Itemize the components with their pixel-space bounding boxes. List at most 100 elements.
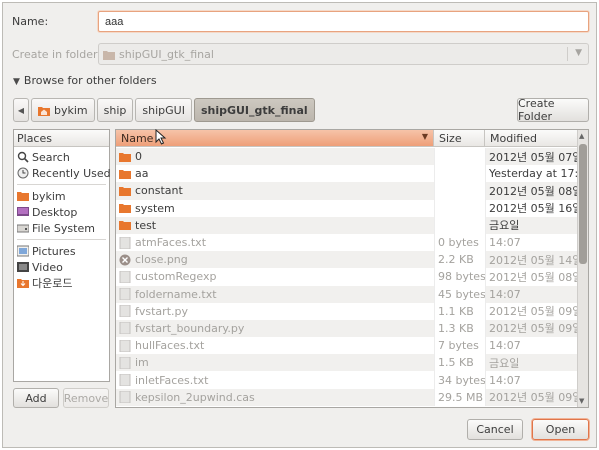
column-header-modified[interactable]: Modified [485,130,578,147]
sidebar-item-search[interactable]: Search [14,149,109,165]
folder-icon [103,51,115,60]
create-in-folder-label: Create in folder: [12,48,102,61]
breadcrumb: ◀ bykim ship shipGUI shipGUI_gtk_final [13,98,315,122]
name-input[interactable] [98,11,589,32]
places-header-label: Places [17,132,52,145]
folder-icon [119,169,131,179]
file-modified: 14:07 [485,285,578,303]
file-chooser-dialog: Name: Create in folder: shipGUI_gtk_fina… [2,2,597,448]
file-size: 98 bytes [434,268,485,286]
sidebar-item-pictures[interactable]: Pictures [14,243,109,259]
sidebar-item-video[interactable]: Video [14,259,109,275]
table-row[interactable]: customRegexp 98 bytes 2012년 05월 08일 [116,268,578,286]
file-list: Name ▼ Size Modified 0 2012년 05월 07일 aa … [115,129,589,408]
sidebar-item-bykim[interactable]: bykim [14,188,109,204]
browse-other-folders-expander[interactable]: ▼ Browse for other folders [13,74,157,87]
cancel-button[interactable]: Cancel [467,419,523,440]
column-header-size[interactable]: Size [434,130,485,147]
file-name: aa [135,167,149,181]
file-size [434,182,485,200]
file-modified: 2012년 05월 09일 [485,302,578,320]
scroll-down-icon[interactable]: ▼ [579,397,584,405]
desktop-icon [17,207,29,216]
script-file-icon [119,322,131,335]
file-name: customRegexp [135,270,217,284]
file-name: foldername.txt [135,287,217,301]
sidebar-item-recently-used[interactable]: Recently Used [14,165,111,181]
sidebar-item-label: Desktop [32,205,78,219]
file-size: 0 bytes [434,233,485,252]
file-size: 1.3 KB [434,319,485,338]
home-folder-icon [17,192,29,201]
path-back-button[interactable]: ◀ [13,98,29,122]
file-size: 2.2 KB [434,251,485,269]
file-size: 7 bytes [434,337,485,355]
file-name: inletFaces.txt [135,373,209,387]
file-modified: 2012년 05월 07일 [485,148,578,166]
create-in-folder-combo[interactable]: shipGUI_gtk_final ▼ [98,43,589,65]
sidebar-item-downloads[interactable]: 다운로드 [14,275,109,291]
sidebar-item-label: 다운로드 [32,277,73,290]
file-name: constant [135,184,183,198]
table-row[interactable]: test 금요일 [116,216,578,234]
column-header-label: Name [121,132,154,145]
sidebar-item-desktop[interactable]: Desktop [14,204,109,220]
sort-arrow-icon: ▼ [421,132,428,141]
table-row[interactable]: close.png 2.2 KB 2012년 05월 14일 [116,251,578,269]
create-in-folder-value: shipGUI_gtk_final [119,48,214,61]
table-row[interactable]: aa Yesterday at 17:36 [116,165,578,183]
chevron-down-icon: ▼ [575,48,582,58]
file-name: hullFaces.txt [135,339,205,353]
table-row[interactable]: constant 2012년 05월 08일 [116,182,578,200]
table-row[interactable]: system 2012년 05월 16일 [116,199,578,217]
file-name: kepsilon_2upwind.cas [135,390,255,404]
file-icon [119,356,131,369]
table-row[interactable]: hullFaces.txt 7 bytes 14:07 [116,337,578,355]
script-file-icon [119,305,131,318]
table-row[interactable]: im 1.5 KB 금요일 [116,354,578,372]
file-size [434,199,485,217]
file-size: 1.5 KB [434,354,485,372]
sidebar-item-file-system[interactable]: File System [14,220,109,236]
file-list-scrollbar[interactable]: ▲ ▼ [577,130,588,407]
breadcrumb-item-ship[interactable]: ship [96,98,134,122]
browse-label: Browse for other folders [23,74,157,87]
file-size: 29.5 MB [434,388,485,406]
table-row[interactable]: fvstart_boundary.py 1.3 KB 2012년 05월 09일 [116,319,578,338]
table-row[interactable]: foldername.txt 45 bytes 14:07 [116,285,578,303]
file-size: 34 bytes [434,371,485,389]
file-name: system [135,201,175,215]
open-button[interactable]: Open [532,419,589,440]
file-modified: 14:07 [485,233,578,252]
sidebar-item-label: bykim [32,189,66,203]
table-row[interactable]: fvstart.py 1.1 KB 2012년 05월 09일 [116,302,578,320]
create-folder-button[interactable]: Create Folder [517,97,589,123]
table-row[interactable]: kepsilon_2upwind.cas 29.5 MB 2012년 05월 0… [116,388,578,406]
table-row[interactable]: inletFaces.txt 34 bytes 14:07 [116,371,578,389]
file-size [434,216,485,234]
search-icon [17,151,29,163]
file-name: atmFaces.txt [135,236,207,250]
file-modified: 금요일 [485,354,578,372]
file-icon [119,391,131,404]
remove-button[interactable]: Remove [63,388,109,408]
table-row[interactable]: atmFaces.txt 0 bytes 14:07 [116,233,578,252]
table-row[interactable]: 0 2012년 05월 07일 [116,148,578,166]
breadcrumb-item-shipgui-gtk-final[interactable]: shipGUI_gtk_final [193,98,315,122]
add-button[interactable]: Add [13,388,59,408]
file-modified: 2012년 05월 14일 [485,251,578,269]
breadcrumb-item-bykim[interactable]: bykim [31,98,95,122]
video-folder-icon [17,262,29,272]
cancel-label: Cancel [476,423,514,436]
places-header[interactable]: Places [14,130,109,147]
image-file-icon [119,254,131,266]
home-folder-icon [38,106,50,116]
scrollbar-thumb[interactable] [579,144,587,264]
breadcrumb-item-shipgui[interactable]: shipGUI [135,98,192,122]
clock-icon [17,167,29,179]
breadcrumb-label: shipGUI_gtk_final [200,103,308,117]
scroll-up-icon[interactable]: ▲ [579,132,584,140]
file-size [434,165,485,183]
open-label: Open [545,423,576,436]
column-header-label: Size [439,132,462,145]
